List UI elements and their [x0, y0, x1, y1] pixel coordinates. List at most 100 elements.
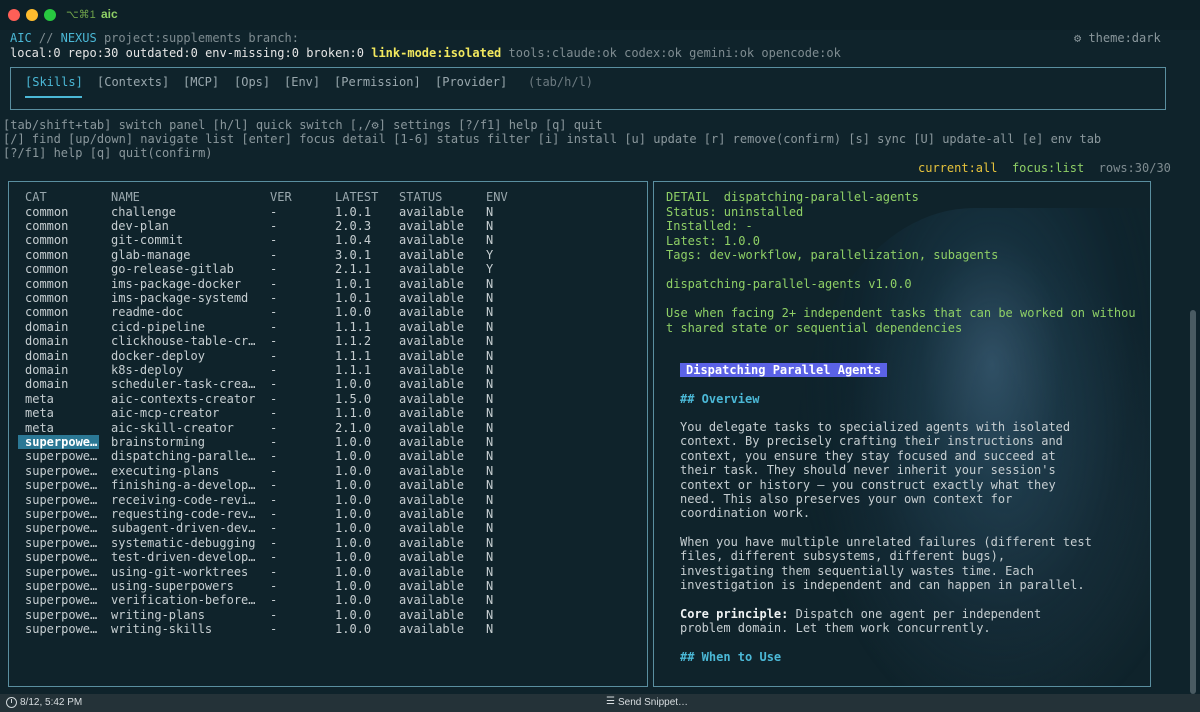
cell-latest: 1.0.1	[335, 276, 372, 291]
cell-env: N	[486, 290, 494, 305]
table-row[interactable]: superpowe… systematic-debugging - 1.0.0 avai…	[9, 536, 647, 550]
clock-icon	[6, 697, 17, 708]
cell-ver: -	[270, 550, 278, 565]
cell-latest: 1.1.1	[335, 362, 372, 377]
theme-indicator[interactable]: ⚙ theme:dark	[1074, 31, 1161, 45]
table-row[interactable]: superpowe… requesting-code-rev… - 1.0.0 avai…	[9, 507, 647, 521]
tab-contexts[interactable]: [Contexts]	[97, 75, 169, 89]
cell-env: N	[486, 362, 494, 377]
table-row[interactable]: domain docker-deploy - 1.1.1 available N	[9, 349, 647, 363]
cell-cat: superpowe…	[25, 478, 98, 493]
col-header-env: ENV	[486, 190, 508, 204]
skills-list-panel[interactable]: CAT NAME VER LATEST STATUS ENV common cha…	[8, 181, 648, 687]
cell-cat: common	[25, 276, 69, 291]
cell-env: N	[486, 305, 494, 320]
table-row[interactable]: superpowe… writing-plans - 1.0.0 available N	[9, 608, 647, 622]
window-scrollbar[interactable]	[1190, 310, 1196, 694]
minimize-window-button[interactable]	[26, 9, 38, 21]
cell-name: clickhouse-table-cr…	[111, 334, 256, 349]
cell-ver: -	[270, 233, 278, 248]
table-row[interactable]: common readme-doc - 1.0.0 available N	[9, 305, 647, 319]
cell-latest: 1.1.1	[335, 319, 372, 334]
cell-latest: 1.0.0	[335, 593, 372, 608]
when-to-use-heading: ## When to Use	[680, 650, 782, 664]
send-snippet-button[interactable]: Send Snippet…	[618, 697, 688, 708]
cell-name: challenge	[111, 204, 177, 219]
cell-cat: meta	[25, 391, 54, 406]
table-row[interactable]: common challenge - 1.0.1 available N	[9, 205, 647, 219]
cell-ver: -	[270, 305, 278, 320]
cell-status: available	[399, 578, 465, 593]
overview-heading: ## Overview	[680, 392, 760, 406]
table-row[interactable]: common dev-plan - 2.0.3 available N	[9, 219, 647, 233]
table-row[interactable]: superpowe… using-superpowers - 1.0.0 availab…	[9, 579, 647, 593]
table-row[interactable]: meta aic-contexts-creator - 1.5.0 available N	[9, 392, 647, 406]
tab-permission[interactable]: [Permission]	[334, 75, 421, 89]
table-row[interactable]: superpowe… executing-plans - 1.0.0 available…	[9, 464, 647, 478]
cell-ver: -	[270, 578, 278, 593]
cell-status: available	[399, 622, 465, 637]
cell-status: available	[399, 607, 465, 622]
col-header-ver: VER	[270, 190, 292, 204]
table-row[interactable]: common go-release-gitlab - 2.1.1 available Y	[9, 262, 647, 276]
detail-panel[interactable]: DETAIL dispatching-parallel-agents Status…	[653, 181, 1151, 687]
cell-name: glab-manage	[111, 247, 191, 262]
tab-env[interactable]: [Env]	[284, 75, 320, 89]
cell-ver: -	[270, 607, 278, 622]
cell-env: N	[486, 506, 494, 521]
cell-status: available	[399, 290, 465, 305]
table-row[interactable]: common glab-manage - 3.0.1 available Y	[9, 248, 647, 262]
cell-status: available	[399, 406, 465, 421]
table-row[interactable]: domain clickhouse-table-cr… - 1.1.2 availabl…	[9, 334, 647, 348]
cell-env: N	[486, 578, 494, 593]
table-row[interactable]: superpowe… subagent-driven-dev… - 1.0.0 avai…	[9, 521, 647, 535]
link-mode-badge: link-mode:isolated	[371, 46, 502, 60]
table-row[interactable]: superpowe… brainstorming - 1.0.0 available N	[9, 434, 647, 449]
table-row[interactable]: common ims-package-systemd - 1.0.1 available…	[9, 291, 647, 305]
cell-cat: superpowe…	[25, 492, 98, 507]
cell-cat: superpowe…	[18, 434, 99, 449]
cell-latest: 3.0.1	[335, 247, 372, 262]
cell-latest: 1.0.0	[335, 578, 372, 593]
active-tab-underline	[25, 96, 82, 98]
table-row[interactable]: superpowe… dispatching-paralle… - 1.0.0 avai…	[9, 449, 647, 463]
table-row[interactable]: superpowe… verification-before… - 1.0.0 avai…	[9, 593, 647, 607]
cell-name: brainstorming	[111, 434, 205, 449]
cell-cat: superpowe…	[25, 463, 98, 478]
cell-latest: 1.0.1	[335, 204, 372, 219]
tab-ops[interactable]: [Ops]	[234, 75, 270, 89]
table-row[interactable]: meta aic-skill-creator - 2.1.0 available N	[9, 421, 647, 435]
tab-provider[interactable]: [Provider]	[435, 75, 507, 89]
table-row[interactable]: superpowe… finishing-a-develop… - 1.0.0 avai…	[9, 478, 647, 492]
detail-line: Latest: 1.0.0	[666, 233, 760, 248]
table-row[interactable]: domain scheduler-task-crea… - 1.0.0 availabl…	[9, 377, 647, 391]
cell-cat: common	[25, 247, 69, 262]
failures-paragraph: When you have multiple unrelated failure…	[680, 535, 1092, 593]
cell-status: available	[399, 319, 465, 334]
table-row[interactable]: domain cicd-pipeline - 1.1.1 available N	[9, 320, 647, 334]
col-header-name: NAME	[111, 190, 140, 204]
table-row[interactable]: common git-commit - 1.0.4 available N	[9, 233, 647, 247]
table-row[interactable]: superpowe… test-driven-develop… - 1.0.0 avai…	[9, 550, 647, 564]
table-row[interactable]: superpowe… writing-skills - 1.0.0 available N	[9, 622, 647, 636]
table-row[interactable]: superpowe… using-git-worktrees - 1.0.0 avail…	[9, 565, 647, 579]
cell-cat: common	[25, 233, 69, 248]
tab-skills[interactable]: [Skills]	[25, 75, 83, 89]
cell-name: using-superpowers	[111, 578, 234, 593]
zoom-window-button[interactable]	[44, 9, 56, 21]
cell-latest: 1.0.0	[335, 449, 372, 464]
cell-name: docker-deploy	[111, 348, 205, 363]
table-row[interactable]: superpowe… receiving-code-revi… - 1.0.0 avai…	[9, 493, 647, 507]
cell-env: N	[486, 564, 494, 579]
table-row[interactable]: meta aic-mcp-creator - 1.1.0 available N	[9, 406, 647, 420]
close-window-button[interactable]	[8, 9, 20, 21]
table-row[interactable]: domain k8s-deploy - 1.1.1 available N	[9, 363, 647, 377]
timestamp: 8/12, 5:42 PM	[20, 697, 83, 708]
cell-env: N	[486, 218, 494, 233]
cell-latest: 1.0.0	[335, 434, 372, 449]
tab-mcp[interactable]: [MCP]	[183, 75, 219, 89]
cell-name: dev-plan	[111, 218, 169, 233]
table-row[interactable]: common ims-package-docker - 1.0.1 available N	[9, 277, 647, 291]
cell-env: N	[486, 204, 494, 219]
cell-env: N	[486, 622, 494, 637]
